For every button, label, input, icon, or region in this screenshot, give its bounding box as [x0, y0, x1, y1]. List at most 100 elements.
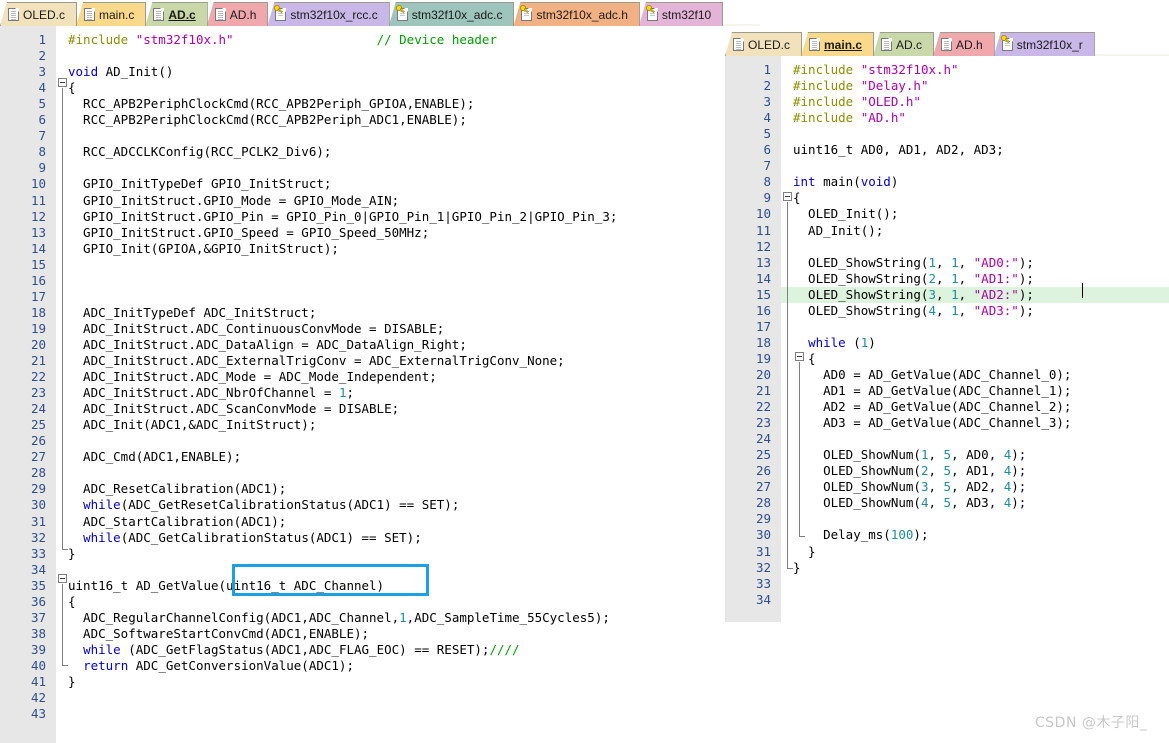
- code-line[interactable]: AD3 = AD_GetValue(ADC_Channel_3);: [793, 415, 1071, 430]
- code-line[interactable]: GPIO_InitStruct.GPIO_Mode = GPIO_Mode_AI…: [68, 193, 399, 208]
- code-line[interactable]: GPIO_InitTypeDef GPIO_InitStruct;: [68, 176, 331, 191]
- code-line[interactable]: while (ADC_GetFlagStatus(ADC1,ADC_FLAG_E…: [68, 642, 520, 657]
- left-code-editor[interactable]: 1 #include "stm32f10x.h" // Device header…: [0, 26, 725, 743]
- code-line[interactable]: ADC_InitStruct.ADC_ContinuousConvMode = …: [68, 321, 444, 336]
- code-line[interactable]: OLED_ShowString(4, 1, "AD3:");: [793, 303, 1034, 318]
- code-line[interactable]: ADC_RegularChannelConfig(ADC1,ADC_Channe…: [68, 610, 610, 625]
- code-line[interactable]: }: [793, 560, 801, 575]
- code-line[interactable]: ADC_InitStruct.ADC_ScanConvMode = DISABL…: [68, 401, 399, 416]
- code-line[interactable]: OLED_ShowNum(1, 5, AD0, 4);: [793, 447, 1026, 462]
- tab-label: stm32f10: [661, 7, 712, 22]
- code-line[interactable]: AD_Init();: [793, 223, 883, 238]
- code-line[interactable]: {: [68, 80, 76, 95]
- code-line[interactable]: ADC_Cmd(ADC1,ENABLE);: [68, 449, 241, 464]
- code-token: (ADC_GetFlagStatus(ADC1,ADC_FLAG_EOC) ==…: [120, 641, 490, 657]
- code-line[interactable]: ADC_InitStruct.ADC_DataAlign = ADC_DataA…: [68, 337, 467, 352]
- left-editor-tabbar[interactable]: OLED.c main.c AD.c AD.h stm32f10x_rcc.c stm32…: [0, 0, 760, 26]
- tab-stm32f10[interactable]: stm32f10: [638, 2, 724, 26]
- code-line[interactable]: {: [793, 190, 801, 205]
- line-number: 6: [38, 112, 46, 128]
- code-line[interactable]: }: [68, 546, 76, 561]
- code-line[interactable]: ADC_ResetCalibration(ADC1);: [68, 481, 286, 496]
- code-line[interactable]: GPIO_InitStruct.GPIO_Pin = GPIO_Pin_0|GP…: [68, 209, 617, 224]
- tab-label: AD.c: [168, 7, 196, 22]
- line-number: 25: [755, 447, 771, 463]
- code-line[interactable]: OLED_ShowString(1, 1, "AD0:");: [793, 255, 1034, 270]
- code-line[interactable]: ADC_InitStruct.ADC_Mode = ADC_Mode_Indep…: [68, 369, 437, 384]
- code-line[interactable]: {: [68, 594, 76, 609]
- code-line[interactable]: Delay_ms(100);: [793, 527, 928, 542]
- fold-toggle-ad-getvalue[interactable]: [58, 574, 67, 583]
- line-number: 28: [30, 465, 46, 481]
- left-code-lines[interactable]: 1 #include "stm32f10x.h" // Device header…: [0, 26, 725, 743]
- code-line[interactable]: OLED_ShowString(2, 1, "AD1:");: [793, 271, 1034, 286]
- code-line[interactable]: GPIO_Init(GPIOA,&GPIO_InitStruct);: [68, 241, 339, 256]
- code-line[interactable]: uint16_t AD_GetValue(uint16_t ADC_Channe…: [68, 578, 384, 593]
- code-line[interactable]: OLED_ShowNum(2, 5, AD1, 4);: [793, 463, 1026, 478]
- line-number: 7: [38, 128, 46, 144]
- tab-ad-h[interactable]: AD.h: [933, 32, 995, 56]
- code-line[interactable]: return ADC_GetConversionValue(ADC1);: [68, 658, 354, 673]
- code-line[interactable]: ADC_InitStruct.ADC_ExternalTrigConv = AD…: [68, 353, 565, 368]
- tab-main-c[interactable]: main.c: [801, 32, 875, 56]
- code-line[interactable]: #include "Delay.h": [793, 78, 928, 93]
- code-token: GPIO_InitTypeDef GPIO_InitStruct;: [68, 176, 332, 192]
- code-line[interactable]: ADC_InitStruct.ADC_NbrOfChannel = 1;: [68, 385, 354, 400]
- right-code-lines[interactable]: 1 #include "stm32f10x.h" 2 #include "Delay.…: [725, 56, 1169, 622]
- tab-label: OLED.c: [748, 37, 791, 52]
- code-line[interactable]: #include "OLED.h": [793, 94, 921, 109]
- code-token: #include: [793, 94, 861, 110]
- code-line[interactable]: AD2 = AD_GetValue(ADC_Channel_2);: [793, 399, 1071, 414]
- tab-main-c[interactable]: main.c: [76, 2, 147, 26]
- code-line[interactable]: uint16_t AD0, AD1, AD2, AD3;: [793, 142, 1004, 157]
- code-line[interactable]: ADC_StartCalibration(ADC1);: [68, 514, 286, 529]
- code-line[interactable]: ADC_Init(ADC1,&ADC_InitStruct);: [68, 417, 316, 432]
- code-line[interactable]: }: [793, 544, 816, 559]
- code-line[interactable]: OLED_ShowNum(3, 5, AD2, 4);: [793, 479, 1026, 494]
- code-line[interactable]: }: [68, 674, 76, 689]
- code-line[interactable]: ADC_InitTypeDef ADC_InitStruct;: [68, 305, 316, 320]
- code-line[interactable]: ADC_SoftwareStartConvCmd(ADC1,ENABLE);: [68, 626, 369, 641]
- tab-ad-c[interactable]: AD.c: [873, 32, 935, 56]
- fold-toggle-ad-init[interactable]: [58, 78, 67, 87]
- code-token: ADC_StartCalibration(ADC1);: [68, 513, 287, 529]
- line-number: 17: [755, 318, 771, 334]
- code-line[interactable]: RCC_ADCCLKConfig(RCC_PCLK2_Div6);: [68, 144, 331, 159]
- code-token: while: [808, 334, 846, 350]
- tab-oled-c[interactable]: OLED.c: [725, 32, 803, 56]
- tab-ad-c[interactable]: AD.c: [145, 2, 208, 26]
- tab-stm32f10x-r[interactable]: stm32f10x_r: [993, 32, 1095, 56]
- code-line[interactable]: while(ADC_GetResetCalibrationStatus(ADC1…: [68, 497, 459, 512]
- code-line[interactable]: AD1 = AD_GetValue(ADC_Channel_1);: [793, 383, 1071, 398]
- tab-oled-c[interactable]: OLED.c: [0, 2, 78, 26]
- code-line[interactable]: GPIO_InitStruct.GPIO_Speed = GPIO_Speed_…: [68, 225, 429, 240]
- code-line[interactable]: AD0 = AD_GetValue(ADC_Channel_0);: [793, 367, 1071, 382]
- right-editor-tabbar[interactable]: OLED.c main.c AD.c AD.h stm32f10x_r: [725, 30, 1169, 56]
- code-line[interactable]: #include "stm32f10x.h": [793, 62, 959, 77]
- line-number: 33: [30, 545, 46, 561]
- code-line[interactable]: while (1): [793, 335, 876, 350]
- code-line[interactable]: RCC_APB2PeriphClockCmd(RCC_APB2Periph_AD…: [68, 112, 467, 127]
- tab-stm32f10x-adc-h[interactable]: stm32f10x_adc.h: [513, 2, 640, 26]
- code-line[interactable]: while(ADC_GetCalibrationStatus(ADC1) == …: [68, 530, 422, 545]
- code-line[interactable]: void AD_Init(): [68, 64, 173, 79]
- tab-stm32f10x-rcc-c[interactable]: stm32f10x_rcc.c: [267, 2, 390, 26]
- code-line[interactable]: OLED_ShowNum(4, 5, AD3, 4);: [793, 495, 1026, 510]
- code-line[interactable]: #include "stm32f10x.h" // Device header: [68, 32, 497, 47]
- csdn-watermark: CSDN @木子阳_: [1035, 715, 1148, 731]
- code-token: ADC_SoftwareStartConvCmd(ADC1,ENABLE);: [68, 625, 370, 641]
- line-number: 28: [755, 495, 771, 511]
- code-line[interactable]: int main(void): [793, 174, 898, 189]
- fold-toggle-while[interactable]: [795, 352, 804, 361]
- code-line[interactable]: OLED_ShowString(3, 1, "AD2:");: [793, 287, 1034, 302]
- code-line[interactable]: RCC_APB2PeriphClockCmd(RCC_APB2Periph_GP…: [68, 96, 474, 111]
- code-token: 100: [890, 527, 914, 543]
- right-code-editor[interactable]: 1 #include "stm32f10x.h" 2 #include "Delay.…: [725, 56, 1169, 622]
- line-number: 16: [30, 272, 46, 288]
- tab-stm32f10x-adc-c[interactable]: stm32f10x_adc.c: [388, 2, 515, 26]
- code-line[interactable]: OLED_Init();: [793, 206, 898, 221]
- fold-toggle-main[interactable]: [783, 192, 792, 201]
- tab-ad-h[interactable]: AD.h: [206, 2, 269, 26]
- code-line[interactable]: #include "AD.h": [793, 110, 906, 125]
- line-number: 7: [763, 158, 771, 174]
